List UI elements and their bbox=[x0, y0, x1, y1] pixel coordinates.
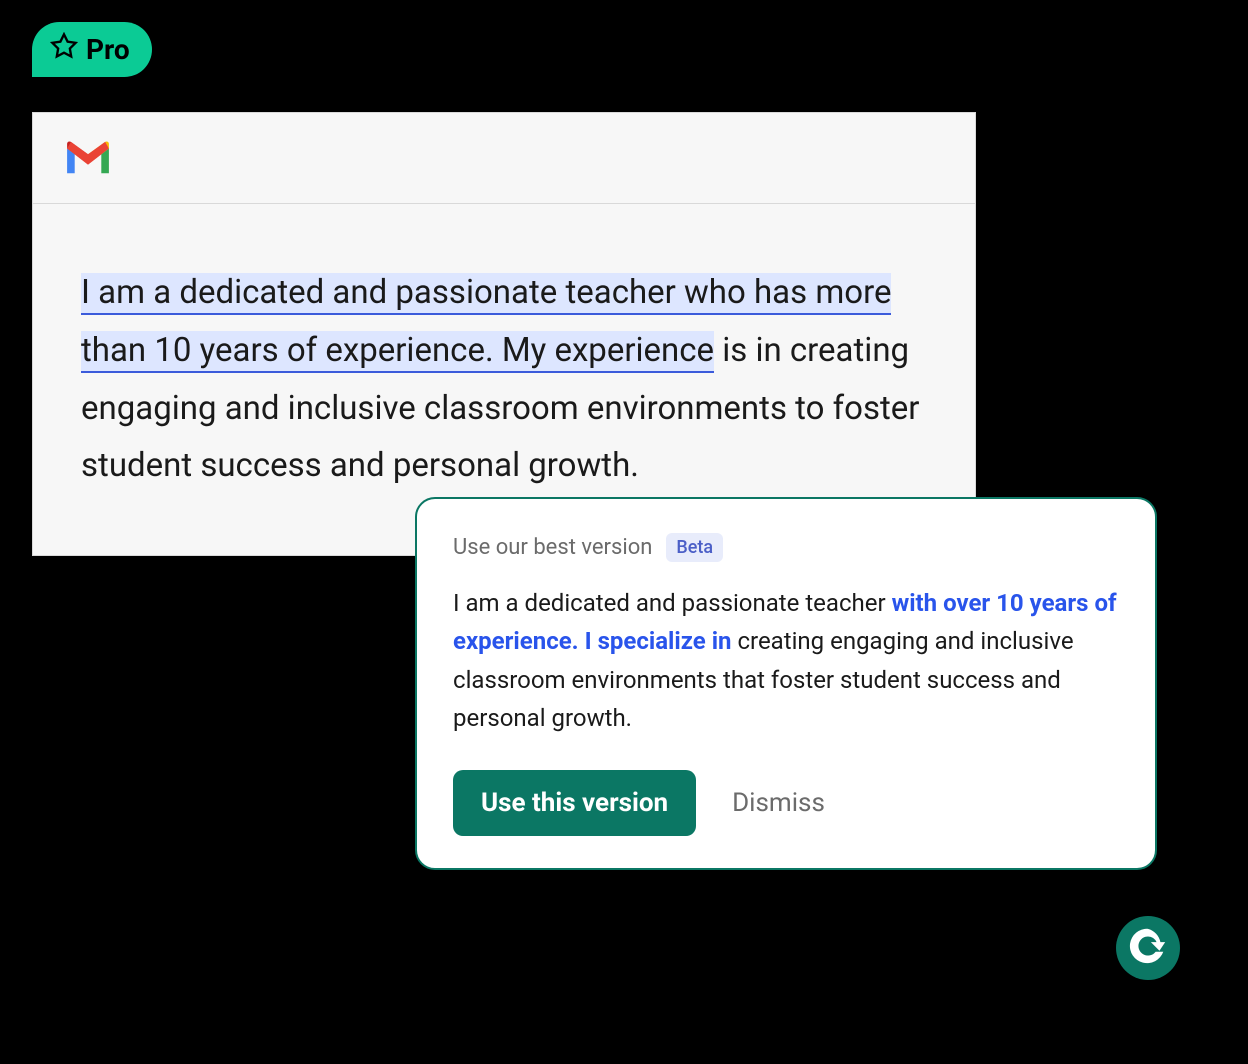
star-icon bbox=[50, 32, 78, 67]
suggestion-actions: Use this version Dismiss bbox=[453, 770, 1119, 836]
suggestion-title: Use our best version bbox=[453, 535, 652, 560]
suggestion-text: I am a dedicated and passionate teacher … bbox=[453, 584, 1119, 738]
suggestion-header: Use our best version Beta bbox=[453, 533, 1119, 562]
suggestion-card: Use our best version Beta I am a dedicat… bbox=[415, 497, 1157, 870]
gmail-icon bbox=[63, 162, 113, 181]
use-this-version-button[interactable]: Use this version bbox=[453, 770, 696, 836]
gmail-header bbox=[33, 113, 975, 204]
grammarly-icon bbox=[1127, 925, 1169, 971]
beta-badge: Beta bbox=[666, 533, 723, 562]
dismiss-button[interactable]: Dismiss bbox=[732, 788, 825, 818]
pro-badge: Pro bbox=[32, 22, 152, 77]
grammarly-badge[interactable] bbox=[1116, 916, 1180, 980]
gmail-window: I am a dedicated and passionate teacher … bbox=[32, 112, 976, 556]
suggestion-text-part1: I am a dedicated and passionate teacher bbox=[453, 589, 892, 617]
pro-badge-label: Pro bbox=[86, 33, 130, 66]
